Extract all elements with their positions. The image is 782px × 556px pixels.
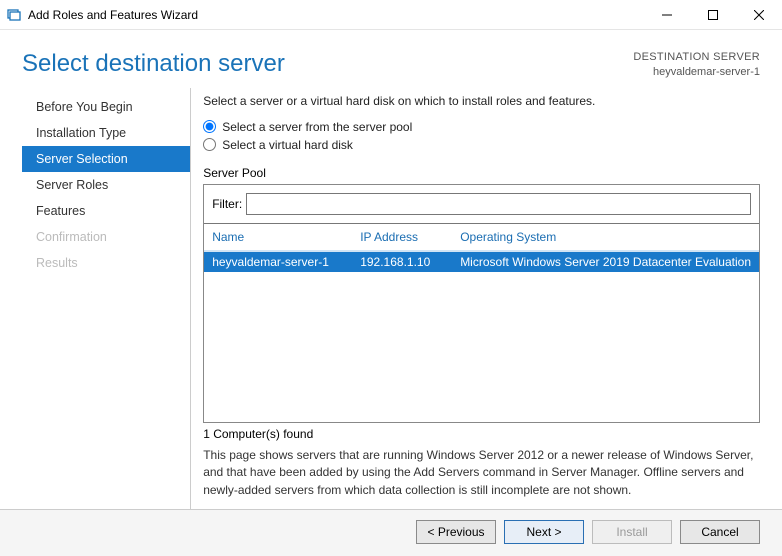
- description-text: This page shows servers that are running…: [203, 447, 760, 499]
- minimize-button[interactable]: [644, 0, 690, 30]
- filter-label: Filter:: [212, 197, 242, 211]
- window-titlebar: Add Roles and Features Wizard: [0, 0, 782, 30]
- radio-vhd-input[interactable]: [203, 138, 216, 151]
- header: Select destination server DESTINATION SE…: [0, 30, 782, 88]
- column-os[interactable]: Operating System: [460, 230, 751, 244]
- filter-input[interactable]: [246, 193, 751, 215]
- server-pool-label: Server Pool: [203, 166, 760, 180]
- destination-value: heyvaldemar-server-1: [633, 65, 760, 80]
- table-body: heyvaldemar-server-1 192.168.1.10 Micros…: [204, 252, 759, 422]
- radio-server-pool-input[interactable]: [203, 120, 216, 133]
- destination-block: DESTINATION SERVER heyvaldemar-server-1: [633, 50, 760, 80]
- app-icon: [6, 7, 22, 23]
- previous-button[interactable]: < Previous: [416, 520, 496, 544]
- column-ip[interactable]: IP Address: [360, 230, 460, 244]
- close-button[interactable]: [736, 0, 782, 30]
- body: Before You Begin Installation Type Serve…: [0, 88, 782, 509]
- cell-name: heyvaldemar-server-1: [212, 255, 360, 269]
- sidebar-item-confirmation: Confirmation: [22, 224, 190, 250]
- wizard-sidebar: Before You Begin Installation Type Serve…: [22, 88, 191, 509]
- radio-server-pool-label: Select a server from the server pool: [222, 120, 412, 134]
- sidebar-item-results: Results: [22, 250, 190, 276]
- radio-vhd-label: Select a virtual hard disk: [222, 138, 353, 152]
- radio-vhd[interactable]: Select a virtual hard disk: [203, 138, 760, 152]
- server-pool-box: Filter: Name IP Address Operating System…: [203, 184, 760, 423]
- main-panel: Select a server or a virtual hard disk o…: [191, 88, 782, 509]
- table-row[interactable]: heyvaldemar-server-1 192.168.1.10 Micros…: [204, 252, 759, 272]
- table-header: Name IP Address Operating System: [204, 224, 759, 250]
- install-button: Install: [592, 520, 672, 544]
- cancel-button[interactable]: Cancel: [680, 520, 760, 544]
- window-title: Add Roles and Features Wizard: [28, 8, 644, 22]
- page-title: Select destination server: [22, 50, 633, 78]
- footer: < Previous Next > Install Cancel: [0, 509, 782, 556]
- destination-label: DESTINATION SERVER: [633, 50, 760, 65]
- computers-found: 1 Computer(s) found: [203, 427, 760, 441]
- cell-ip: 192.168.1.10: [360, 255, 460, 269]
- sidebar-item-before-you-begin[interactable]: Before You Begin: [22, 94, 190, 120]
- cell-os: Microsoft Windows Server 2019 Datacenter…: [460, 255, 751, 269]
- filter-row: Filter:: [204, 185, 759, 223]
- next-button[interactable]: Next >: [504, 520, 584, 544]
- radio-server-pool[interactable]: Select a server from the server pool: [203, 120, 760, 134]
- sidebar-item-features[interactable]: Features: [22, 198, 190, 224]
- sidebar-item-server-roles[interactable]: Server Roles: [22, 172, 190, 198]
- column-name[interactable]: Name: [212, 230, 360, 244]
- sidebar-item-installation-type[interactable]: Installation Type: [22, 120, 190, 146]
- instruction-text: Select a server or a virtual hard disk o…: [203, 94, 760, 108]
- sidebar-item-server-selection[interactable]: Server Selection: [22, 146, 190, 172]
- maximize-button[interactable]: [690, 0, 736, 30]
